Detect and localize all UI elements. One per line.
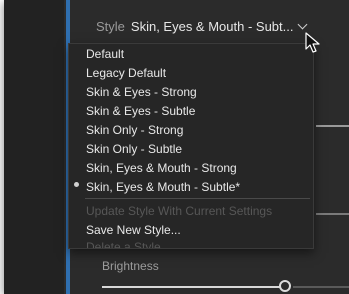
- menu-item-update-style: Update Style With Current Settings: [86, 204, 273, 218]
- menu-item-skin-only-subtle[interactable]: Skin Only - Subtle: [86, 140, 182, 158]
- menu-item-save-new-style[interactable]: Save New Style...: [86, 221, 181, 239]
- style-value: Skin, Eyes & Mouth - Subt...: [130, 18, 294, 34]
- menu-item-default[interactable]: Default: [86, 45, 124, 63]
- brightness-slider-track[interactable]: [102, 286, 283, 288]
- pointer-cursor-icon: [305, 32, 320, 53]
- menu-item-skin-only-strong[interactable]: Skin Only - Strong: [86, 121, 183, 139]
- menu-item-delete-style: Delete a Style...: [86, 240, 171, 248]
- menu-item-skin-eyes-mouth-strong[interactable]: Skin, Eyes & Mouth - Strong: [86, 159, 237, 177]
- menu-item-legacy-default[interactable]: Legacy Default: [86, 64, 166, 82]
- menu-item-skin-eyes-strong[interactable]: Skin & Eyes - Strong: [86, 83, 197, 101]
- brightness-slider-rest[interactable]: [293, 286, 349, 288]
- chevron-down-icon[interactable]: [298, 19, 308, 29]
- panel-left-strip: [4, 0, 64, 294]
- style-menu: Default Legacy Default Skin & Eyes - Str…: [68, 43, 314, 249]
- background-slider-line: [316, 125, 349, 127]
- background-slider-line: [316, 213, 349, 215]
- brightness-slider-knob[interactable]: [279, 280, 291, 292]
- menu-item-skin-eyes-subtle[interactable]: Skin & Eyes - Subtle: [86, 102, 195, 120]
- bullet-icon: [74, 182, 79, 187]
- brightness-label: Brightness: [102, 259, 159, 273]
- style-label: Style: [96, 18, 125, 34]
- menu-divider: [85, 198, 310, 199]
- menu-item-skin-eyes-mouth-subtle[interactable]: Skin, Eyes & Mouth - Subtle*: [86, 178, 240, 196]
